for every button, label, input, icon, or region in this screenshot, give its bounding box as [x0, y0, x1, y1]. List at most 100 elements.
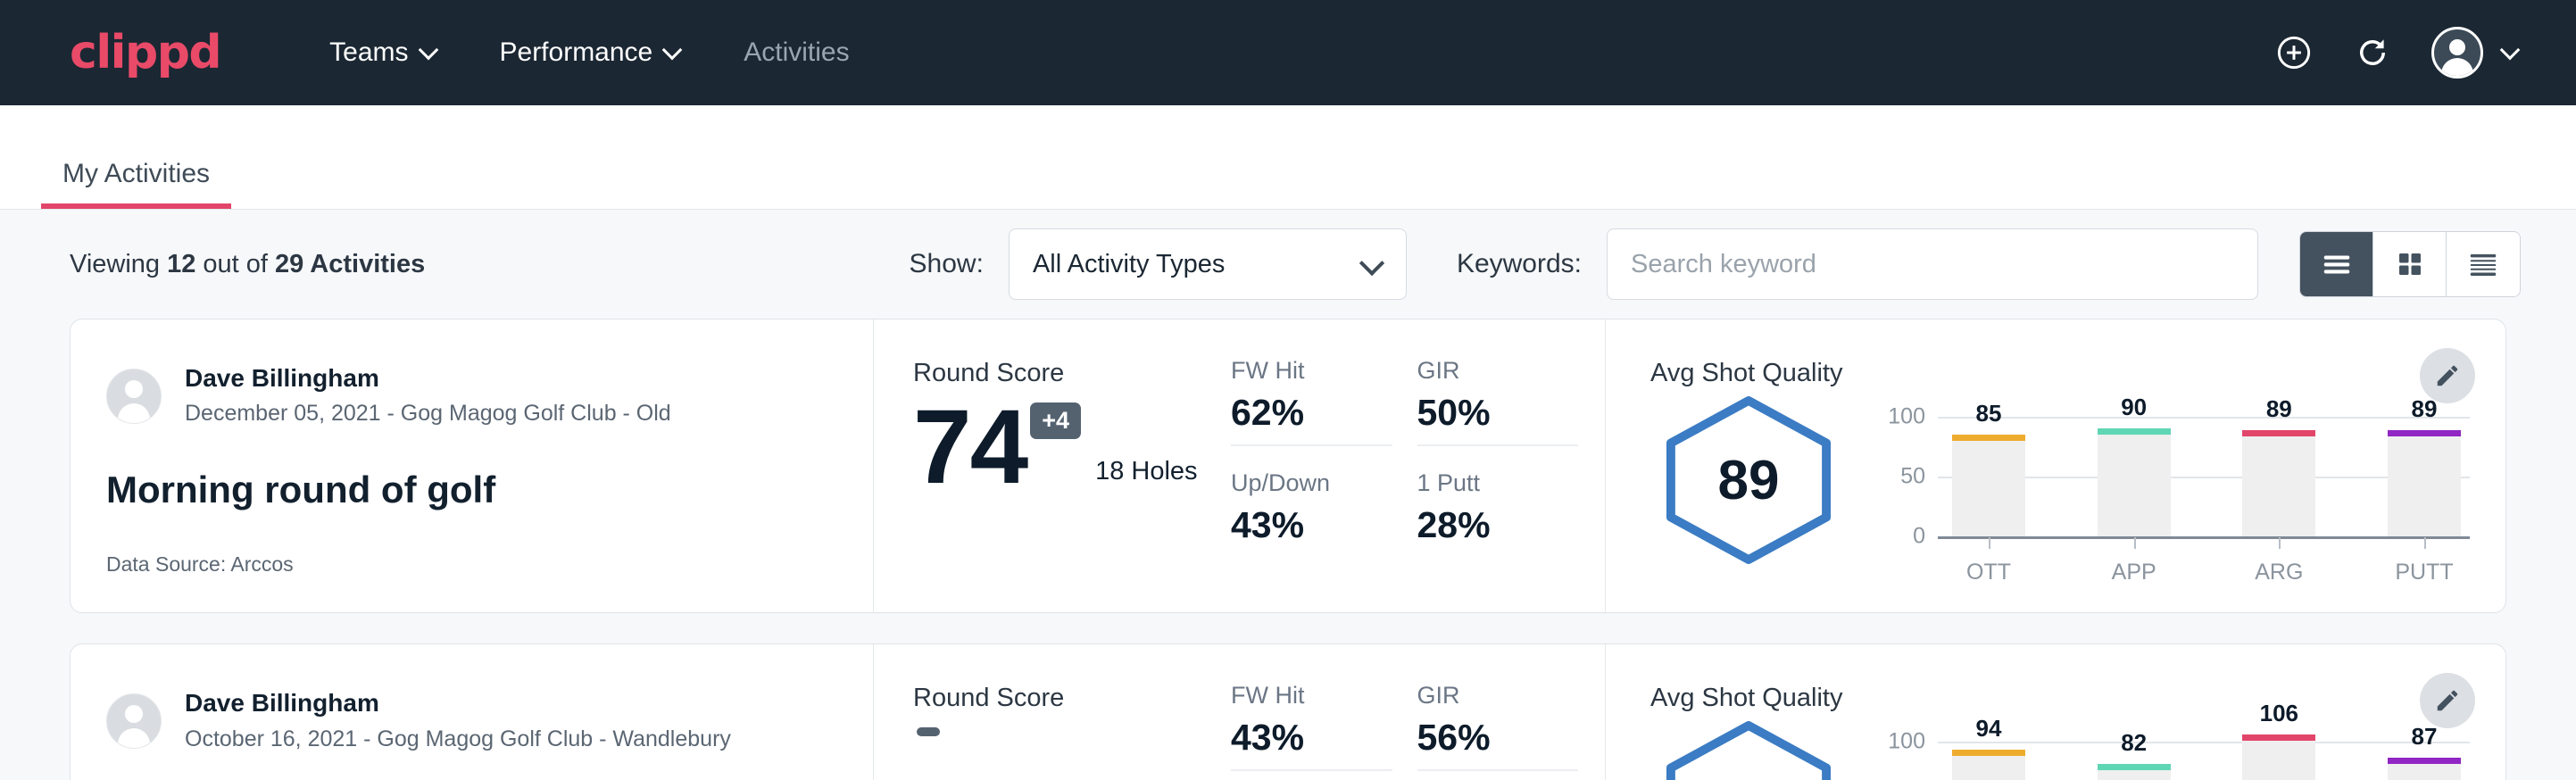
tab-my-activities[interactable]: My Activities [41, 159, 231, 209]
stat-gir: GIR 56% [1417, 682, 1579, 771]
chart-bar [1952, 750, 2025, 780]
chart-bar-group: 85 [1952, 402, 2025, 536]
round-score-row [913, 722, 1231, 736]
chart-bar-value-label: 89 [2242, 395, 2315, 423]
account-menu[interactable] [2431, 27, 2521, 79]
tab-my-activities-label: My Activities [62, 159, 210, 188]
chart-bar-group: 89 [2388, 402, 2461, 536]
chart-y-tick-label: 0 [1874, 524, 1925, 550]
viewing-mid: out of [195, 250, 275, 278]
search-input[interactable] [1607, 228, 2258, 300]
score-to-par-badge [917, 727, 940, 736]
primary-nav-links: Teams Performance Activities [299, 37, 879, 68]
player-row: Dave Billingham October 16, 2021 - Gog M… [106, 687, 837, 754]
clippd-logo[interactable]: clippd [70, 29, 220, 76]
round-stats-column: FW Hit 43% GIR 56% [1231, 644, 1606, 780]
stat-up-down: Up/Down 43% [1231, 469, 1392, 557]
avg-shot-quality-body: 89 05010085908989 OTTAPPARGPUTT [1650, 395, 2470, 585]
add-circle-icon[interactable] [2274, 33, 2314, 72]
viewing-total: 29 [275, 250, 303, 278]
refresh-icon[interactable] [2353, 33, 2392, 72]
view-mode-list-button[interactable] [2300, 232, 2373, 296]
chart-bar [2098, 428, 2171, 536]
filter-controls: Show: All Activity Types Keywords: [910, 228, 2521, 300]
chart-bar-value-label: 82 [2098, 729, 2171, 757]
account-avatar-icon [2431, 27, 2483, 79]
nav-item-activities[interactable]: Activities [713, 37, 879, 68]
chart-axis-line [1938, 536, 2470, 539]
activity-card[interactable]: Dave Billingham December 05, 2021 - Gog … [70, 319, 2506, 613]
stat-label: GIR [1417, 357, 1579, 385]
chart-x-tick-label: PUTT [2388, 560, 2461, 585]
shot-quality-hexagon: 89 [1659, 395, 1838, 565]
chart-bar-group: 87 [2388, 727, 2461, 780]
stat-fw-hit: FW Hit 62% [1231, 357, 1392, 446]
avatar [106, 369, 162, 424]
stat-label: FW Hit [1231, 357, 1392, 385]
view-mode-compact-button[interactable] [2447, 232, 2520, 296]
chart-bar [2388, 430, 2461, 536]
show-label: Show: [910, 249, 984, 279]
round-stats-column: FW Hit 62% GIR 50% Up/Down 43% 1 Putt 28… [1231, 319, 1606, 612]
chart-x-tickmark [1989, 537, 1990, 549]
chart-bar-group: 106 [2242, 727, 2315, 780]
avg-shot-quality-label: Avg Shot Quality [1650, 359, 2470, 388]
viewing-prefix: Viewing [70, 250, 167, 278]
shot-quality-hexagon [1659, 720, 1838, 780]
stat-value: 50% [1417, 392, 1579, 434]
activity-card-list: Dave Billingham December 05, 2021 - Gog … [0, 319, 2576, 780]
avg-shot-quality-column: Avg Shot Quality 050100948210687 OTTAPPA… [1606, 644, 2505, 780]
chart-bars: 85908989 [1952, 402, 2461, 536]
edit-activity-button[interactable] [2420, 673, 2475, 728]
stat-value: 43% [1231, 717, 1392, 759]
player-name: Dave Billingham [185, 362, 671, 394]
keywords-label: Keywords: [1457, 249, 1582, 279]
activity-meta: October 16, 2021 - Gog Magog Golf Club -… [185, 724, 731, 755]
chart-x-tick-label: APP [2098, 560, 2171, 585]
chart-bar [2242, 430, 2315, 536]
chart-y-tick-label: 100 [1874, 729, 1925, 755]
data-source-label: Data Source: Arccos [106, 552, 837, 577]
stat-value: 62% [1231, 392, 1392, 434]
chevron-down-icon [1363, 254, 1383, 274]
activity-title: Morning round of golf [106, 469, 837, 511]
stat-label: Up/Down [1231, 469, 1392, 497]
activity-summary-column: Dave Billingham December 05, 2021 - Gog … [71, 319, 874, 612]
avg-shot-quality-body: 050100948210687 OTTAPPARGPUTT [1650, 720, 2470, 780]
stat-value: 43% [1231, 504, 1392, 546]
view-mode-grid-button[interactable] [2373, 232, 2447, 296]
nav-item-activities-label: Activities [744, 37, 849, 68]
chart-bar-value-label: 85 [1952, 400, 2025, 427]
chart-bar-value-label: 90 [2098, 394, 2171, 421]
filter-toolbar: Viewing 12 out of 29 Activities Show: Al… [0, 210, 2576, 319]
activity-meta: December 05, 2021 - Gog Magog Golf Club … [185, 398, 671, 429]
round-score-row: 74 +4 18 Holes [913, 397, 1231, 497]
avatar [106, 693, 162, 749]
chevron-down-icon [421, 41, 439, 59]
nav-item-performance[interactable]: Performance [469, 37, 714, 68]
activity-card[interactable]: Dave Billingham October 16, 2021 - Gog M… [70, 643, 2506, 780]
round-score-label: Round Score [913, 684, 1231, 713]
chart-bar [2388, 758, 2461, 780]
chevron-down-icon [665, 41, 683, 59]
chart-bar-group: 94 [1952, 727, 2025, 780]
edit-activity-button[interactable] [2420, 348, 2475, 403]
shot-quality-bar-chart: 05010085908989 OTTAPPARGPUTT [1874, 395, 2470, 585]
round-score-column: Round Score [874, 644, 1231, 780]
nav-item-performance-label: Performance [500, 37, 653, 68]
activity-type-select[interactable]: All Activity Types [1009, 228, 1407, 300]
top-navigation-bar: clippd Teams Performance Activities [0, 0, 2576, 105]
avg-shot-quality-column: Avg Shot Quality 89 05010085908989 OTTAP… [1606, 319, 2505, 612]
chart-x-tickmark [2279, 537, 2281, 549]
activity-summary-column: Dave Billingham October 16, 2021 - Gog M… [71, 644, 874, 780]
chart-bar-value-label: 106 [2242, 700, 2315, 727]
chart-bar [2242, 734, 2315, 780]
avg-shot-quality-value [1659, 720, 1838, 780]
stat-value: 56% [1417, 717, 1579, 759]
shot-quality-bar-chart: 050100948210687 OTTAPPARGPUTT [1874, 720, 2470, 780]
chart-bar-value-label: 94 [1952, 715, 2025, 743]
nav-item-teams[interactable]: Teams [299, 37, 469, 68]
activity-type-selected-value: All Activity Types [1033, 250, 1363, 279]
chart-bar-group: 82 [2098, 727, 2171, 780]
stat-fw-hit: FW Hit 43% [1231, 682, 1392, 771]
